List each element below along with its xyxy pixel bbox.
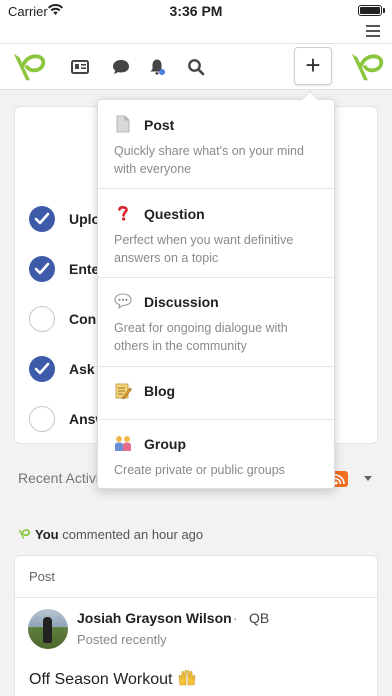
document-icon	[116, 115, 130, 133]
menu-item-group[interactable]: Group Create private or public groups	[98, 420, 334, 490]
unchecked-circle-icon	[29, 306, 55, 332]
menu-item-title: Question	[144, 206, 205, 222]
create-plus-button[interactable]: +	[294, 47, 332, 85]
chat-bubble-icon[interactable]	[111, 57, 131, 77]
activity-meta: You commented an hour ago	[16, 527, 203, 542]
people-icon	[115, 436, 131, 451]
menu-item-post[interactable]: Post Quickly share what's on your mind w…	[98, 100, 334, 188]
posted-time: Posted recently	[77, 632, 167, 647]
speech-bubble-icon	[114, 293, 132, 310]
activity-action: commented an hour ago	[62, 527, 204, 542]
nav-bar: +	[0, 44, 392, 90]
menu-item-title: Group	[144, 436, 186, 452]
top-strip	[0, 22, 392, 44]
menu-item-description: Quickly share what's on your mind with e…	[114, 144, 304, 176]
post-type-label: Post	[29, 569, 56, 584]
caret-down-icon[interactable]	[364, 476, 372, 481]
avatar[interactable]	[28, 609, 68, 649]
question-mark-icon	[118, 205, 128, 221]
hamburger-menu-icon[interactable]	[366, 25, 380, 37]
post-card[interactable]: Post Josiah Grayson Wilson · QB Posted r…	[14, 555, 378, 696]
checklist-label: Uplo	[69, 211, 101, 227]
menu-item-title: Post	[144, 117, 175, 133]
create-dropdown-menu: Post Quickly share what's on your mind w…	[97, 90, 335, 490]
raised-hands-emoji-icon	[178, 670, 196, 686]
menu-item-question[interactable]: Question Perfect when you want definitiv…	[98, 189, 334, 277]
activity-actor[interactable]: You	[35, 527, 59, 542]
post-text-content: Off Season Workout	[29, 671, 173, 688]
author-position: QB	[249, 610, 270, 626]
author-name[interactable]: Josiah Grayson Wilson	[77, 610, 232, 626]
brand-logo-icon[interactable]	[10, 48, 48, 86]
menu-item-title: Blog	[144, 383, 176, 399]
menu-item-description: Create private or public groups	[114, 463, 285, 477]
menu-item-blog[interactable]: Blog	[98, 367, 334, 419]
menu-item-title: Discussion	[144, 294, 219, 310]
menu-item-description: Great for ongoing dialogue with others i…	[114, 321, 288, 353]
brand-logo-small-icon	[18, 529, 31, 539]
checklist-label: Ente	[69, 261, 100, 277]
notification-bell-icon[interactable]	[147, 57, 167, 77]
divider	[15, 597, 377, 598]
newspaper-icon[interactable]	[70, 57, 90, 77]
brand-logo-icon-right[interactable]	[348, 48, 386, 86]
search-icon[interactable]	[186, 57, 206, 77]
status-time: 3:36 PM	[169, 3, 223, 19]
unchecked-circle-icon	[29, 406, 55, 432]
checked-circle-icon	[29, 256, 55, 282]
battery-cap	[383, 8, 385, 13]
post-text[interactable]: Off Season Workout	[29, 669, 197, 689]
recent-activity-label: Recent Activit	[18, 470, 103, 486]
author-separator: ·	[233, 610, 238, 626]
status-bar: Carrier 3:36 PM	[0, 0, 392, 22]
menu-item-description: Perfect when you want definitive answers…	[114, 233, 294, 265]
menu-item-discussion[interactable]: Discussion Great for ongoing dialogue wi…	[98, 278, 334, 366]
checked-circle-icon	[29, 206, 55, 232]
battery-icon	[358, 5, 382, 16]
memo-icon	[115, 383, 132, 400]
checked-circle-icon	[29, 356, 55, 382]
